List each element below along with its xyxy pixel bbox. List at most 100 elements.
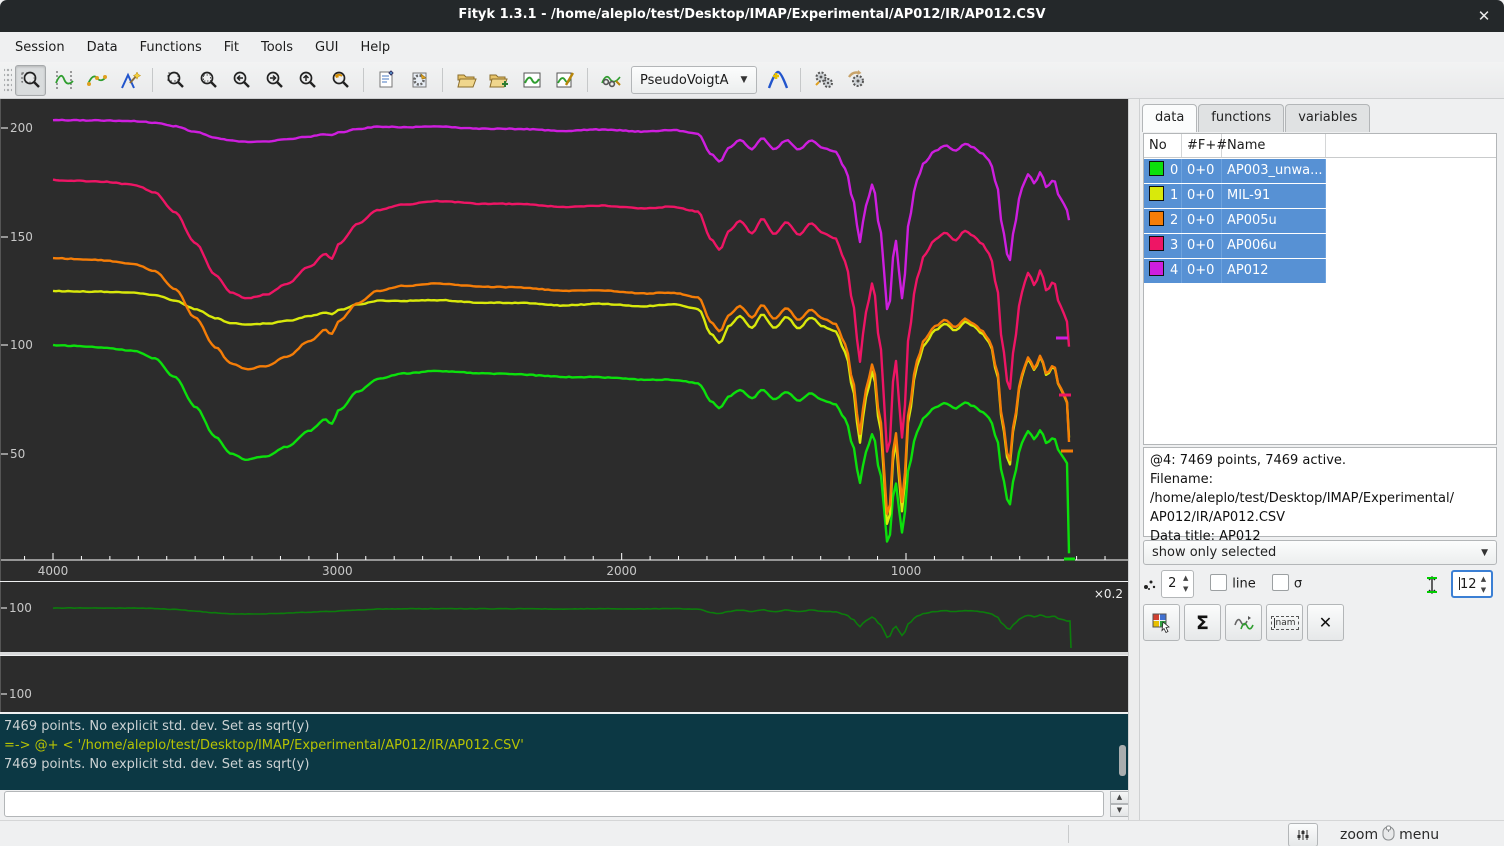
fityk-window: Fityk 1.3.1 - /home/aleplo/test/Desktop/… [0, 0, 1504, 846]
zoom-undo-button[interactable] [325, 65, 356, 96]
shift-icon [1425, 576, 1439, 598]
svg-text:2000: 2000 [606, 564, 637, 578]
history-down-icon[interactable]: ▼ [1110, 804, 1129, 817]
show-filter-dropdown[interactable]: show only selected ▼ [1143, 540, 1497, 565]
spinner-arrows[interactable]: ▲▼ [1478, 574, 1489, 596]
svg-text:100: 100 [9, 687, 32, 701]
toolbar-separator [442, 68, 443, 92]
chart-frame-icon [521, 69, 543, 91]
delete-dataset-button[interactable]: ✕ [1307, 604, 1344, 641]
svg-text:150: 150 [10, 230, 33, 244]
mouse-icon [1382, 825, 1395, 845]
aux-plot-1[interactable]: 100×0.2 [0, 582, 1129, 652]
tab-data[interactable]: data [1142, 104, 1197, 132]
baseline-mode-button[interactable] [81, 65, 112, 96]
zoom-vertical-button[interactable] [292, 65, 323, 96]
copy-function-button[interactable] [1225, 604, 1262, 641]
sigma-checkbox[interactable] [1272, 574, 1289, 591]
menu-fit[interactable]: Fit [213, 36, 250, 59]
zoom-mode-button[interactable] [15, 65, 46, 96]
dataset-color-swatch[interactable] [1149, 161, 1164, 176]
menu-gui[interactable]: GUI [304, 36, 349, 59]
toolbar-separator [363, 68, 364, 92]
menu-session[interactable]: Session [4, 36, 76, 59]
aux-plot-2[interactable]: 100 [0, 656, 1129, 712]
menu-data[interactable]: Data [76, 36, 129, 59]
output-console[interactable]: 7469 points. No explicit std. dev. Set a… [0, 714, 1128, 790]
rename-button[interactable]: nam [1266, 604, 1303, 641]
dataset-color-swatch[interactable] [1149, 186, 1164, 201]
panel-splitter[interactable] [1128, 99, 1140, 820]
add-peak-mode-button[interactable] [114, 65, 145, 96]
command-input-row: ▲ ▼ [0, 791, 1128, 820]
zoom-selected-button[interactable] [193, 65, 224, 96]
dataset-color-swatch[interactable] [1149, 261, 1164, 276]
command-input[interactable] [4, 791, 1104, 817]
tab-functions[interactable]: functions [1198, 104, 1284, 132]
curve-range-icon [53, 69, 75, 91]
toolbar-separator [800, 68, 801, 92]
sigma-checkbox-label: σ [1294, 577, 1302, 592]
data-table[interactable]: No #F+# Name 00+0AP003_unwa...10+0MIL-91… [1143, 133, 1497, 445]
zoom-all-button[interactable] [160, 65, 191, 96]
data-table-header: No #F+# Name [1144, 134, 1496, 158]
info-line: @4: 7469 points, 7469 active. [1150, 451, 1490, 470]
dataset-color-swatch[interactable] [1149, 211, 1164, 226]
console-scrollbar[interactable] [1119, 745, 1126, 776]
main-plot[interactable]: 400030002000100020015010050 [0, 99, 1129, 581]
toolbar: PseudoVoigtA ▼ [0, 62, 1504, 99]
shift-spinner[interactable]: 12 ▲▼ [1451, 570, 1493, 598]
point-size-spinner[interactable]: 2 ▲▼ [1161, 570, 1194, 598]
data-table-rows: 00+0AP003_unwa...10+0MIL-9120+0AP005u30+… [1144, 159, 1496, 283]
dataset-color-swatch[interactable] [1149, 236, 1164, 251]
mouse-hints: zoom menu [1340, 825, 1500, 845]
toolbar-gripper[interactable] [4, 67, 12, 93]
color-grid-hand-icon [1152, 613, 1172, 633]
table-row-AP003_unwa...[interactable]: 00+0AP003_unwa... [1144, 159, 1496, 183]
dataset-info-box: @4: 7469 points, 7469 active. Filename: … [1143, 447, 1497, 537]
tab-variables[interactable]: variables [1285, 104, 1370, 132]
run-fit-button[interactable] [808, 65, 839, 96]
svg-text:1000: 1000 [891, 564, 922, 578]
menu-help[interactable]: Help [349, 36, 401, 59]
svg-text:50: 50 [10, 447, 25, 461]
menubar: Session Data Functions Fit Tools GUI Hel… [0, 32, 1504, 62]
sidebar-tabs: data functions variables [1142, 104, 1371, 132]
command-history-spinner[interactable]: ▲ ▼ [1110, 791, 1129, 819]
menu-functions[interactable]: Functions [129, 36, 213, 59]
load-data-button[interactable] [450, 65, 481, 96]
add-function-button[interactable] [762, 65, 793, 96]
svg-text:4000: 4000 [38, 564, 69, 578]
statusbar-config-button[interactable] [1288, 823, 1318, 846]
continue-fit-button[interactable] [841, 65, 872, 96]
zoom-right-button[interactable] [259, 65, 290, 96]
document-gear-icon [409, 69, 431, 91]
console-line: 7469 points. No explicit std. dev. Set a… [4, 755, 1128, 774]
column-header-no: No [1144, 134, 1182, 157]
sum-button[interactable]: Σ [1184, 604, 1221, 641]
magnifier-right-icon [264, 69, 286, 91]
point-size-value: 2 [1162, 571, 1178, 591]
table-row-MIL-91[interactable]: 10+0MIL-91 [1144, 184, 1496, 208]
table-row-AP006u[interactable]: 30+0AP006u [1144, 234, 1496, 258]
close-button[interactable]: ✕ [1472, 4, 1496, 28]
menu-tools[interactable]: Tools [250, 36, 304, 59]
session-settings-button[interactable] [404, 65, 435, 96]
zoom-left-button[interactable] [226, 65, 257, 96]
point-size-icon [1143, 577, 1157, 591]
sliders-icon [1296, 829, 1310, 841]
session-log-button[interactable] [371, 65, 402, 96]
line-checkbox[interactable] [1210, 574, 1227, 591]
save-plot-image-button[interactable] [516, 65, 547, 96]
edit-plot-button[interactable] [549, 65, 580, 96]
table-row-AP012[interactable]: 40+0AP012 [1144, 259, 1496, 283]
table-row-AP005u[interactable]: 20+0AP005u [1144, 209, 1496, 233]
open-folder-icon [455, 69, 477, 91]
data-range-mode-button[interactable] [48, 65, 79, 96]
data-transform-button[interactable] [595, 65, 626, 96]
function-type-combobox[interactable]: PseudoVoigtA ▼ [631, 66, 757, 94]
dataset-colors-button[interactable] [1143, 604, 1180, 641]
spinner-arrows[interactable]: ▲▼ [1180, 573, 1191, 595]
history-up-icon[interactable]: ▲ [1110, 791, 1129, 804]
append-data-button[interactable] [483, 65, 514, 96]
